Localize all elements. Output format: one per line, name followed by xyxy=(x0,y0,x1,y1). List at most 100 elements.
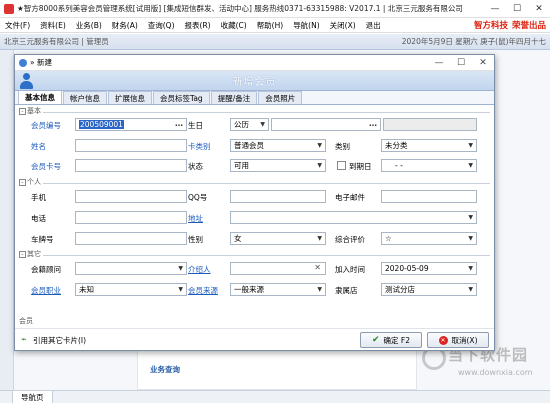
expiry-label: 到期日 xyxy=(349,162,372,171)
gender-select[interactable]: 女 ▼ xyxy=(230,232,326,245)
birthday-display-field xyxy=(383,118,477,131)
store-select[interactable]: 测试分店 ▼ xyxy=(381,283,477,296)
category-select[interactable]: 未分类 ▼ xyxy=(381,139,477,152)
menu-bar: 文件(F) 资料(E) 业务(B) 财务(A) 查询(Q) 报表(R) 收藏(C… xyxy=(0,18,550,33)
clear-icon[interactable]: ✕ xyxy=(314,263,321,272)
card-type-label: 卡类别 xyxy=(188,142,211,151)
member-no-label: 会员编号 xyxy=(31,121,61,130)
basic-info-form: - 基本 会员编号 200509001 … 生日 公历 ▼ … 姓名 卡类别 普通会… xyxy=(15,105,494,335)
qq-label: QQ号 xyxy=(188,193,208,202)
tab-reminder-notes[interactable]: 提醒/备注 xyxy=(210,91,258,104)
member-no-input[interactable]: 200509001 … xyxy=(75,118,187,131)
status-select[interactable]: 可用 ▼ xyxy=(230,159,326,172)
checkmark-icon: ✔ xyxy=(371,335,380,345)
plate-input[interactable] xyxy=(75,232,187,245)
dialog-maximize-button[interactable]: ☐ xyxy=(450,58,472,68)
menu-data[interactable]: 资料(E) xyxy=(35,20,71,31)
phone-label: 电话 xyxy=(31,214,46,223)
source-label[interactable]: 会员来源 xyxy=(188,285,218,296)
rating-label: 综合评价 xyxy=(335,235,365,244)
occupation-select[interactable]: 未知 ▼ xyxy=(75,283,187,296)
dialog-banner: 新增会员 xyxy=(15,71,494,91)
cancel-button[interactable]: ✕ 取消(X) xyxy=(427,332,489,348)
tab-member-tag[interactable]: 会员标签Tag xyxy=(153,91,210,104)
join-time-select[interactable]: 2020-05-09 ▼ xyxy=(381,262,477,275)
dialog-title: » 新建 xyxy=(30,58,52,67)
dialog-minimize-button[interactable]: — xyxy=(428,58,450,68)
plate-label: 车牌号 xyxy=(31,235,54,244)
birthday-input[interactable]: … xyxy=(271,118,381,131)
ok-button[interactable]: ✔ 确定 F2 xyxy=(360,332,422,348)
menu-exit[interactable]: 退出 xyxy=(361,20,386,31)
dialog-close-button[interactable]: ✕ xyxy=(472,58,494,68)
mobile-label: 手机 xyxy=(31,193,46,202)
name-input[interactable] xyxy=(75,139,187,152)
mobile-input[interactable] xyxy=(75,190,187,203)
referrer-label[interactable]: 介绍人 xyxy=(188,264,211,275)
referrer-input[interactable]: ✕ xyxy=(230,262,326,275)
brand-tagline: 荣誉出品 xyxy=(511,21,546,31)
consultant-select[interactable]: ▼ xyxy=(75,262,187,275)
birthday-type-select[interactable]: 公历 ▼ xyxy=(230,118,269,131)
menu-query[interactable]: 查询(Q) xyxy=(143,20,180,31)
menu-favorites[interactable]: 收藏(C) xyxy=(216,20,252,31)
expiry-date-select[interactable]: - - ▼ xyxy=(381,159,477,172)
occupation-label[interactable]: 会员职业 xyxy=(31,285,61,296)
business-query-title[interactable]: 业务查询 xyxy=(150,364,180,375)
birthday-browse-icon[interactable]: … xyxy=(369,119,377,128)
menu-help[interactable]: 帮助(H) xyxy=(252,20,289,31)
paperclip-icon: ⌁ xyxy=(21,335,27,345)
tab-basic-info[interactable]: 基本信息 xyxy=(18,90,62,104)
status-label: 状态 xyxy=(188,162,203,171)
member-no-browse-icon[interactable]: … xyxy=(175,119,183,128)
group-divider xyxy=(19,183,490,184)
dialog-tabs: 基本信息 帐户信息 扩展信息 会员标签Tag 提醒/备注 会员照片 xyxy=(15,90,494,105)
close-button[interactable]: ✕ xyxy=(528,0,550,18)
address-label[interactable]: 地址 xyxy=(188,213,203,224)
birthday-label: 生日 xyxy=(188,121,203,130)
menu-finance[interactable]: 财务(A) xyxy=(107,20,143,31)
qq-input[interactable] xyxy=(230,190,326,203)
gender-label: 性别 xyxy=(188,235,203,244)
email-input[interactable] xyxy=(381,190,477,203)
tab-member-photo[interactable]: 会员照片 xyxy=(258,91,303,104)
date-info: 2020年5月9日 星期六 庚子(鼠)年四月十七 xyxy=(401,37,546,46)
phone-input[interactable] xyxy=(75,211,187,224)
user-icon xyxy=(19,73,33,89)
join-time-label: 加入时间 xyxy=(335,265,365,274)
status-bar: 导航页 xyxy=(0,390,550,403)
new-member-dialog: » 新建 — ☐ ✕ 新增会员 基本信息 帐户信息 扩展信息 会员标签Tag 提… xyxy=(14,54,495,351)
brand-name: 智方科技 xyxy=(473,21,508,31)
rating-select[interactable]: ☆ ▼ xyxy=(381,232,477,245)
group-member-label: 会员 xyxy=(19,316,35,326)
category-label: 类别 xyxy=(335,142,350,151)
tab-account-info[interactable]: 帐户信息 xyxy=(63,91,107,104)
card-no-label: 会员卡号 xyxy=(31,162,61,171)
maximize-button[interactable]: ☐ xyxy=(506,0,528,18)
dialog-footer: ⌁ 引用其它卡片(I) ✔ 确定 F2 ✕ 取消(X) xyxy=(15,328,494,350)
group-basic-label: - 基本 xyxy=(19,106,43,116)
reference-card-link[interactable]: ⌁ 引用其它卡片(I) xyxy=(21,335,86,346)
minimize-button[interactable]: — xyxy=(484,0,506,18)
menu-close[interactable]: 关闭(X) xyxy=(325,20,361,31)
menu-file[interactable]: 文件(F) xyxy=(0,20,35,31)
source-select[interactable]: 一般来源 ▼ xyxy=(230,283,326,296)
navigation-sidebar[interactable] xyxy=(0,50,14,390)
tab-extended-info[interactable]: 扩展信息 xyxy=(108,91,152,104)
menu-report[interactable]: 报表(R) xyxy=(180,20,216,31)
card-type-select[interactable]: 普通会员 ▼ xyxy=(230,139,326,152)
email-label: 电子邮件 xyxy=(335,193,365,202)
dialog-app-icon xyxy=(19,58,27,67)
app-logo-icon xyxy=(4,3,14,14)
address-select[interactable]: ▼ xyxy=(230,211,477,224)
menu-navigate[interactable]: 导航(N) xyxy=(288,20,324,31)
business-query-panel: 业务查询 xyxy=(137,345,417,390)
group-divider xyxy=(19,255,490,256)
brand-logo: 智方科技 荣誉出品 xyxy=(474,19,550,31)
consultant-label: 会籍顾问 xyxy=(31,265,61,274)
menu-business[interactable]: 业务(B) xyxy=(71,20,107,31)
group-personal-label: - 个人 xyxy=(19,177,43,187)
expiry-checkbox[interactable] xyxy=(337,161,346,170)
nav-page-tab[interactable]: 导航页 xyxy=(12,390,53,403)
card-no-input[interactable] xyxy=(75,159,187,172)
